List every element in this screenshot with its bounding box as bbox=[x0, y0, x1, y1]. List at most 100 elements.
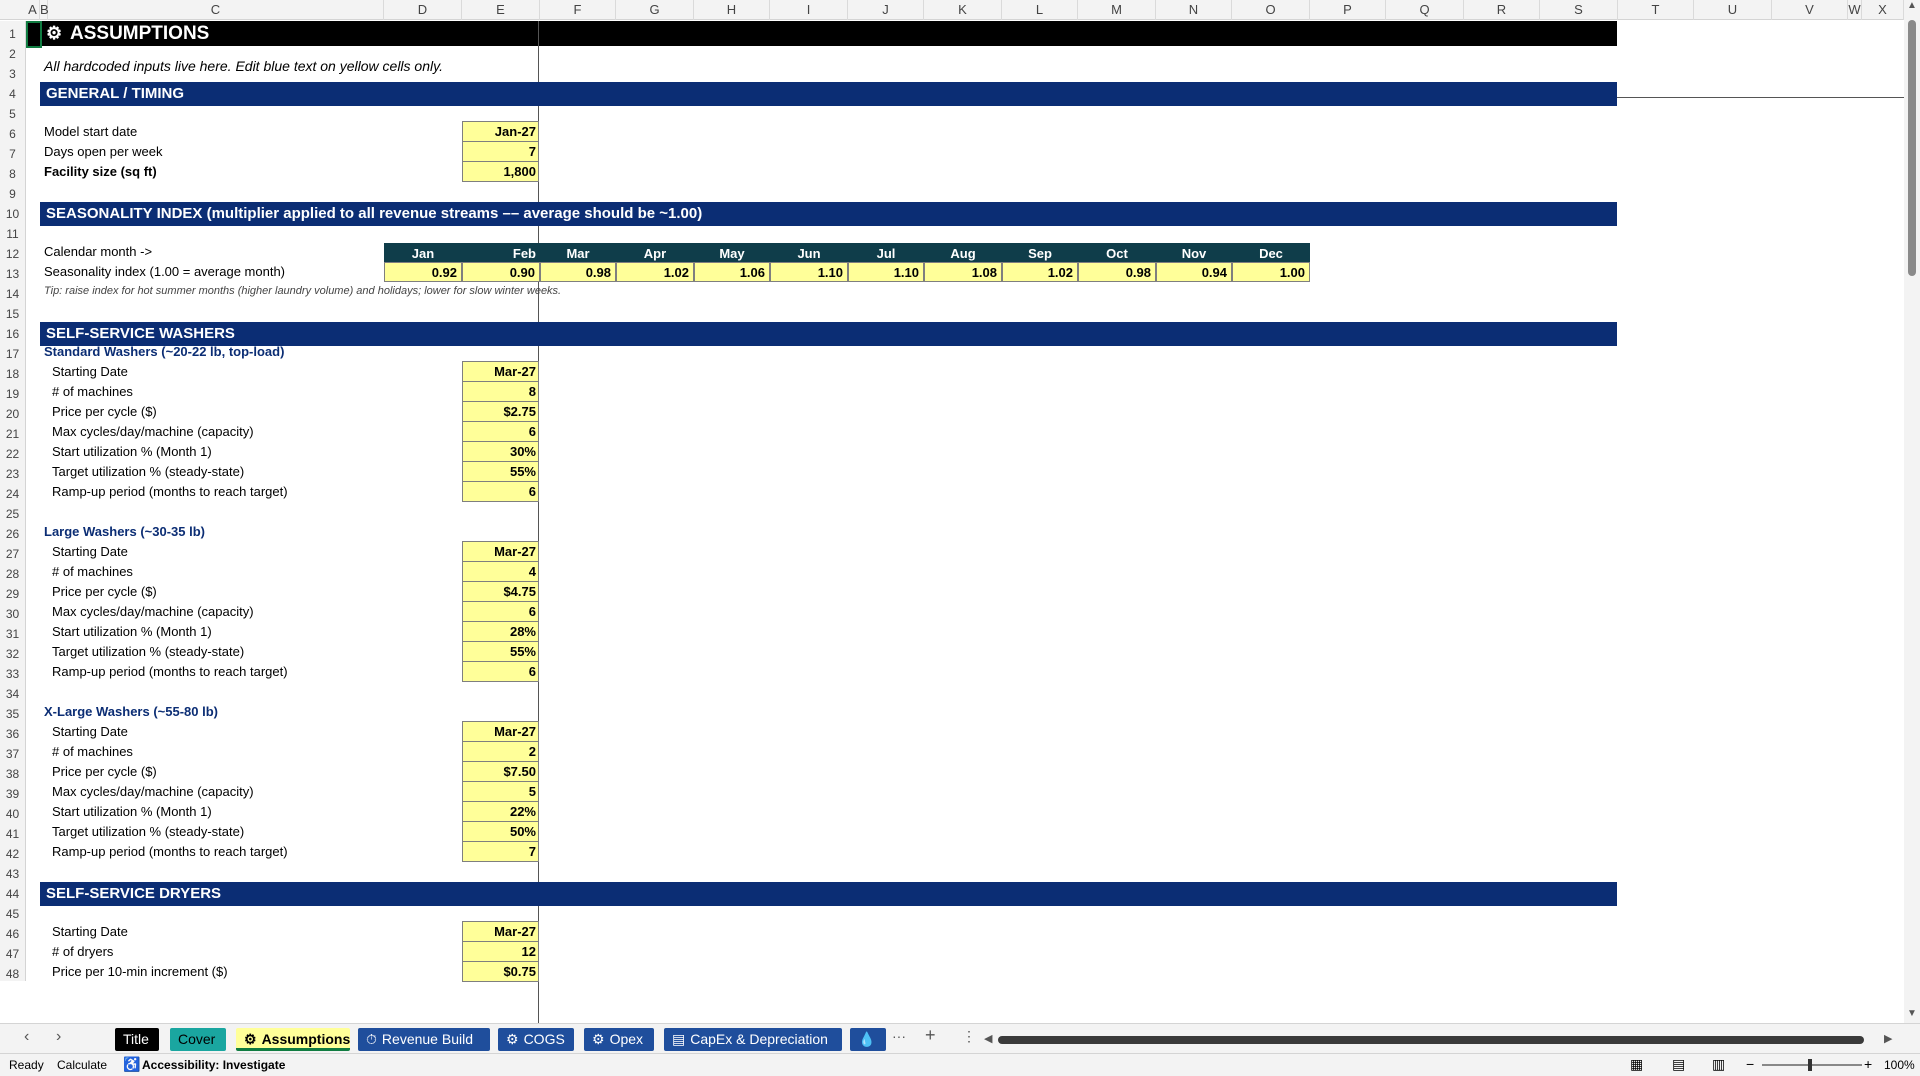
row-header-30[interactable]: 30 bbox=[0, 601, 26, 621]
row-header-45[interactable]: 45 bbox=[0, 901, 26, 921]
seasonality-input-cell[interactable]: 1.02 bbox=[1002, 262, 1078, 282]
vertical-scrollbar[interactable]: ▲ ▼ bbox=[1904, 0, 1920, 1023]
row-header-34[interactable]: 34 bbox=[0, 681, 26, 701]
row-header-42[interactable]: 42 bbox=[0, 841, 26, 861]
row-header-10[interactable]: 10 bbox=[0, 201, 26, 221]
column-header-c[interactable]: C bbox=[48, 0, 384, 20]
tab-next-icon[interactable]: › bbox=[56, 1028, 61, 1046]
row-header-3[interactable]: 3 bbox=[0, 61, 26, 81]
zoom-slider[interactable] bbox=[1762, 1059, 1862, 1071]
row-header-4[interactable]: 4 bbox=[0, 81, 26, 101]
row-header-12[interactable]: 12 bbox=[0, 241, 26, 261]
column-header-h[interactable]: H bbox=[694, 0, 770, 20]
row-header-19[interactable]: 19 bbox=[0, 381, 26, 401]
column-header-l[interactable]: L bbox=[1002, 0, 1078, 20]
input-cell[interactable]: $0.75 bbox=[462, 961, 539, 982]
input-cell[interactable]: 6 bbox=[462, 421, 539, 442]
column-header-u[interactable]: U bbox=[1694, 0, 1772, 20]
column-header-r[interactable]: R bbox=[1464, 0, 1540, 20]
seasonality-input-cell[interactable]: 0.90 bbox=[462, 262, 540, 282]
row-header-46[interactable]: 46 bbox=[0, 921, 26, 941]
column-header-n[interactable]: N bbox=[1156, 0, 1232, 20]
input-cell[interactable]: Mar-27 bbox=[462, 361, 539, 382]
row-header-48[interactable]: 48 bbox=[0, 961, 26, 981]
row-header-39[interactable]: 39 bbox=[0, 781, 26, 801]
input-cell[interactable]: 55% bbox=[462, 641, 539, 662]
horizontal-scrollbar[interactable] bbox=[998, 1036, 1864, 1044]
hscroll-left-icon[interactable]: ◀ bbox=[984, 1032, 992, 1045]
input-cell[interactable]: 7 bbox=[462, 841, 539, 862]
column-header-k[interactable]: K bbox=[924, 0, 1002, 20]
zoom-level[interactable]: 100% bbox=[1884, 1058, 1915, 1072]
column-header-p[interactable]: P bbox=[1310, 0, 1386, 20]
input-cell[interactable]: Mar-27 bbox=[462, 921, 539, 942]
seasonality-input-cell[interactable]: 1.10 bbox=[848, 262, 924, 282]
input-cell[interactable]: 55% bbox=[462, 461, 539, 482]
tab-options-button[interactable]: ⋮ bbox=[962, 1028, 976, 1045]
row-header-37[interactable]: 37 bbox=[0, 741, 26, 761]
column-header-i[interactable]: I bbox=[770, 0, 848, 20]
row-header-26[interactable]: 26 bbox=[0, 521, 26, 541]
tab-capex-depreciation[interactable]: ▤ CapEx & Depreciation bbox=[664, 1028, 842, 1051]
input-cell[interactable]: Mar-27 bbox=[462, 721, 539, 742]
input-cell[interactable]: 8 bbox=[462, 381, 539, 402]
column-header-a[interactable]: A bbox=[26, 0, 40, 20]
normal-view-icon[interactable]: ▦ bbox=[1630, 1056, 1643, 1073]
row-header-36[interactable]: 36 bbox=[0, 721, 26, 741]
column-header-f[interactable]: F bbox=[540, 0, 616, 20]
input-cell[interactable]: 2 bbox=[462, 741, 539, 762]
column-header-s[interactable]: S bbox=[1540, 0, 1618, 20]
row-header-31[interactable]: 31 bbox=[0, 621, 26, 641]
row-header-7[interactable]: 7 bbox=[0, 141, 26, 161]
zoom-in-button[interactable]: + bbox=[1864, 1056, 1872, 1072]
page-break-view-icon[interactable]: ▥ bbox=[1712, 1056, 1725, 1073]
row-header-17[interactable]: 17 bbox=[0, 341, 26, 361]
add-sheet-button[interactable]: + bbox=[925, 1025, 936, 1046]
column-header-g[interactable]: G bbox=[616, 0, 694, 20]
input-cell[interactable]: 12 bbox=[462, 941, 539, 962]
input-cell[interactable]: 1,800 bbox=[462, 161, 539, 182]
row-header-21[interactable]: 21 bbox=[0, 421, 26, 441]
row-header-33[interactable]: 33 bbox=[0, 661, 26, 681]
row-header-16[interactable]: 16 bbox=[0, 321, 26, 341]
zoom-out-button[interactable]: − bbox=[1746, 1056, 1754, 1072]
seasonality-input-cell[interactable]: 1.00 bbox=[1232, 262, 1310, 282]
seasonality-input-cell[interactable]: 0.98 bbox=[540, 262, 616, 282]
row-header-25[interactable]: 25 bbox=[0, 501, 26, 521]
tab-prev-icon[interactable]: ‹ bbox=[24, 1028, 29, 1046]
active-cell-cursor[interactable] bbox=[26, 21, 42, 48]
column-header-d[interactable]: D bbox=[384, 0, 462, 20]
input-cell[interactable]: 6 bbox=[462, 601, 539, 622]
row-header-11[interactable]: 11 bbox=[0, 221, 26, 241]
input-cell[interactable]: $7.50 bbox=[462, 761, 539, 782]
row-header-27[interactable]: 27 bbox=[0, 541, 26, 561]
seasonality-input-cell[interactable]: 1.10 bbox=[770, 262, 848, 282]
tab-assumptions[interactable]: ⚙ Assumptions bbox=[236, 1028, 350, 1051]
input-cell[interactable]: 30% bbox=[462, 441, 539, 462]
tab-more-sheet[interactable]: 💧 bbox=[850, 1028, 886, 1051]
column-header-e[interactable]: E bbox=[462, 0, 540, 20]
tab-title[interactable]: Title bbox=[115, 1028, 159, 1051]
tab-opex[interactable]: ⚙ Opex bbox=[584, 1028, 654, 1051]
horizontal-scroll-thumb[interactable] bbox=[998, 1036, 1864, 1044]
zoom-slider-thumb[interactable] bbox=[1808, 1059, 1812, 1071]
column-header-v[interactable]: V bbox=[1772, 0, 1848, 20]
hscroll-right-icon[interactable]: ▶ bbox=[1884, 1032, 1892, 1045]
row-header-13[interactable]: 13 bbox=[0, 261, 26, 281]
input-cell[interactable]: 7 bbox=[462, 141, 539, 162]
accessibility-status[interactable]: Accessibility: Investigate bbox=[142, 1058, 285, 1072]
page-layout-view-icon[interactable]: ▤ bbox=[1672, 1056, 1685, 1073]
row-header-47[interactable]: 47 bbox=[0, 941, 26, 961]
input-cell[interactable]: 6 bbox=[462, 481, 539, 502]
column-header-j[interactable]: J bbox=[848, 0, 924, 20]
row-header-23[interactable]: 23 bbox=[0, 461, 26, 481]
row-header-24[interactable]: 24 bbox=[0, 481, 26, 501]
row-header-44[interactable]: 44 bbox=[0, 881, 26, 901]
row-header-5[interactable]: 5 bbox=[0, 101, 26, 121]
accessibility-icon[interactable]: ♿ bbox=[123, 1056, 140, 1073]
input-cell[interactable]: 6 bbox=[462, 661, 539, 682]
scroll-up-icon[interactable]: ▲ bbox=[1907, 0, 1917, 11]
tab-cogs[interactable]: ⚙ COGS bbox=[498, 1028, 574, 1051]
row-header-41[interactable]: 41 bbox=[0, 821, 26, 841]
input-cell[interactable]: $2.75 bbox=[462, 401, 539, 422]
